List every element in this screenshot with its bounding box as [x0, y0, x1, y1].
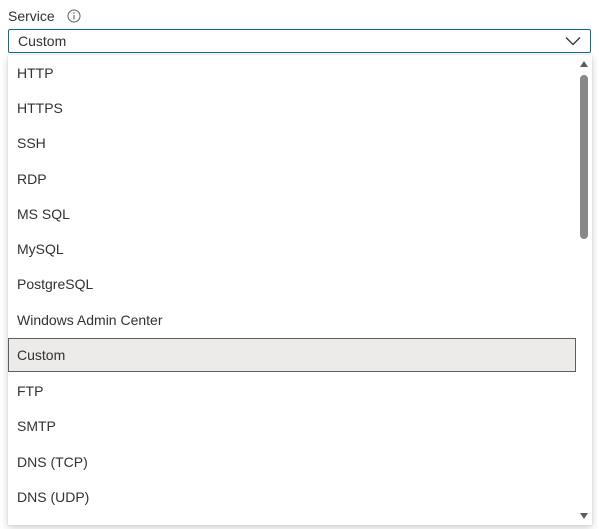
- dropdown-option-label: SMTP: [17, 418, 56, 435]
- dropdown-option[interactable]: SMTP: [8, 409, 576, 444]
- dropdown-option[interactable]: DNS (TCP): [8, 444, 576, 479]
- service-field: Service Custom HTTP HTTPS SSH RDP MS SQL MySQ…: [0, 0, 599, 529]
- dropdown-option-label: HTTPS: [17, 99, 63, 116]
- service-select[interactable]: Custom: [8, 29, 591, 53]
- dropdown-option-label: MySQL: [17, 241, 64, 258]
- dropdown-option[interactable]: MySQL: [8, 231, 576, 266]
- dropdown-option[interactable]: Windows Admin Center: [8, 302, 576, 337]
- dropdown-option[interactable]: HTTP: [8, 55, 576, 90]
- service-label-row: Service: [8, 6, 81, 26]
- info-circle-icon[interactable]: [67, 9, 81, 23]
- dropdown-option-label: MS SQL: [17, 205, 70, 222]
- dropdown-option[interactable]: SSH: [8, 126, 576, 161]
- dropdown-option[interactable]: RDP: [8, 161, 576, 196]
- dropdown-options: HTTP HTTPS SSH RDP MS SQL MySQL PostgreSQL Wind…: [8, 55, 576, 515]
- dropdown-option-label: Custom: [17, 347, 66, 364]
- dropdown-option-label: DNS (TCP): [17, 453, 88, 470]
- dropdown-option[interactable]: HTTPS: [8, 90, 576, 125]
- dropdown-option-label: HTTP: [17, 64, 54, 81]
- service-label: Service: [8, 8, 55, 24]
- dropdown-option[interactable]: Custom: [8, 338, 576, 373]
- scroll-thumb[interactable]: [580, 75, 588, 239]
- dropdown-option-label: RDP: [17, 170, 47, 187]
- dropdown-option-label: DNS (UDP): [17, 488, 90, 505]
- service-select-value: Custom: [18, 33, 67, 49]
- dropdown-option[interactable]: FTP: [8, 373, 576, 408]
- dropdown-option[interactable]: MS SQL: [8, 196, 576, 231]
- scroll-down-arrow-icon[interactable]: [579, 511, 589, 521]
- dropdown-scrollbar[interactable]: [576, 55, 592, 525]
- dropdown-option-label: PostgreSQL: [17, 276, 94, 293]
- scroll-up-arrow-icon[interactable]: [579, 59, 589, 69]
- chevron-down-icon[interactable]: [564, 35, 582, 47]
- dropdown-option[interactable]: PostgreSQL: [8, 267, 576, 302]
- service-dropdown-list: HTTP HTTPS SSH RDP MS SQL MySQL PostgreSQL Wind…: [8, 55, 592, 525]
- dropdown-option-label: FTP: [17, 383, 44, 400]
- dropdown-option-label: Windows Admin Center: [17, 311, 163, 328]
- dropdown-option[interactable]: DNS (UDP): [8, 479, 576, 514]
- dropdown-option-label: SSH: [17, 135, 46, 152]
